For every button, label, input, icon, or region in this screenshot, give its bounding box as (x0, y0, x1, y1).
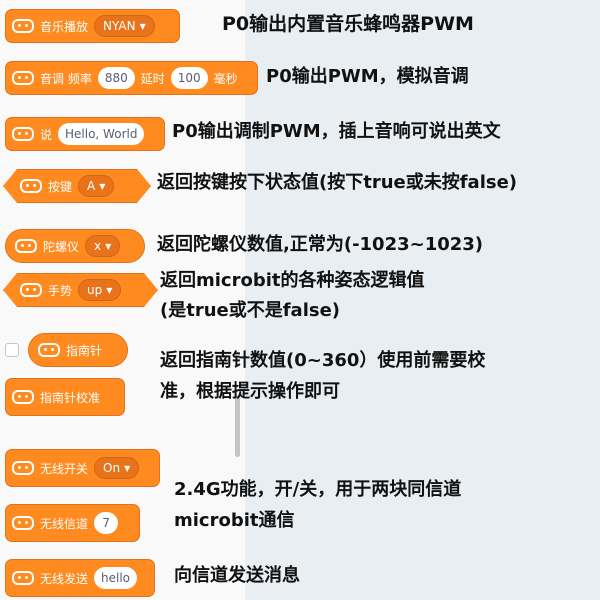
dropdown-value: On (103, 461, 121, 475)
frequency-input[interactable]: 880 (97, 67, 135, 89)
microbit-icon (12, 390, 34, 404)
unit-label: 毫秒 (213, 71, 238, 86)
microbit-icon (38, 343, 60, 357)
microbit-icon (12, 571, 34, 585)
gesture-dropdown[interactable]: up ▼ (78, 279, 121, 301)
block-label: 按键 (48, 179, 73, 194)
music-dropdown[interactable]: NYAN ▼ (94, 15, 155, 37)
block-label: 无线开关 (40, 461, 89, 476)
gyroscope-block[interactable]: 陀螺仪 x ▼ (5, 229, 145, 263)
compass-block[interactable]: 指南针 (28, 333, 128, 367)
microbit-icon (12, 19, 34, 33)
tone-block[interactable]: 音调 频率 880 延时 100 毫秒 (5, 61, 258, 95)
microbit-icon (20, 179, 42, 193)
note-compass-line2: 准，根据提示操作即可 (160, 381, 340, 402)
note-music: P0输出内置音乐蜂鸣器PWM (222, 13, 474, 35)
block-label: 无线信道 (40, 516, 89, 531)
radio-switch-dropdown[interactable]: On ▼ (94, 457, 140, 479)
block-label: 手势 (48, 283, 73, 298)
microbit-icon (15, 239, 37, 253)
dropdown-value: x (94, 239, 102, 253)
microbit-icon (12, 516, 34, 530)
block-label: 音调 频率 (40, 71, 92, 86)
block-label: 指南针 (66, 343, 103, 358)
block-label: 说 (40, 127, 53, 142)
note-gyro: 返回陀螺仪数值,正常为(-1023~1023) (157, 234, 484, 255)
note-radio-line1: 2.4G功能，开/关，用于两块同信道 (174, 479, 462, 500)
dropdown-value: up (87, 283, 103, 297)
note-compass-line1: 返回指南针数值(0~360）使用前需要校 (160, 350, 486, 371)
radio-channel-input[interactable]: 7 (94, 512, 119, 534)
note-speak: P0输出调制PWM，插上音响可说出英文 (172, 121, 501, 142)
speak-text-input[interactable]: Hello, World (58, 123, 145, 145)
note-gesture-line2: (是true或不是false) (160, 300, 341, 321)
delay-label: 延时 (140, 71, 165, 86)
block-label: 陀螺仪 (43, 239, 80, 254)
caret-down-icon: ▼ (106, 285, 113, 295)
microbit-icon (12, 71, 34, 85)
compass-monitor-checkbox[interactable] (5, 343, 19, 357)
radio-send-block[interactable]: 无线发送 hello (5, 559, 155, 597)
delay-input[interactable]: 100 (170, 67, 208, 89)
dropdown-value: NYAN (103, 19, 136, 33)
radio-send-input[interactable]: hello (94, 567, 138, 589)
caret-down-icon: ▼ (99, 181, 106, 191)
gyro-axis-dropdown[interactable]: x ▼ (85, 235, 121, 257)
block-label: 音乐播放 (40, 19, 89, 34)
radio-channel-block[interactable]: 无线信道 7 (5, 504, 140, 542)
radio-switch-block[interactable]: 无线开关 On ▼ (5, 449, 160, 487)
caret-down-icon: ▼ (124, 463, 131, 473)
gesture-block[interactable]: 手势 up ▼ (3, 273, 158, 307)
block-label: 无线发送 (40, 571, 89, 586)
button-dropdown[interactable]: A ▼ (78, 175, 114, 197)
dropdown-value: A (87, 179, 96, 193)
compass-calibrate-block[interactable]: 指南针校准 (5, 378, 125, 416)
music-play-block[interactable]: 音乐播放 NYAN ▼ (5, 9, 180, 43)
note-button: 返回按键按下状态值(按下true或未按false) (157, 172, 518, 193)
microbit-icon (12, 127, 34, 141)
block-label: 指南针校准 (40, 390, 101, 405)
note-radio-send: 向信道发送消息 (174, 565, 300, 586)
caret-down-icon: ▼ (139, 21, 146, 31)
button-pressed-block[interactable]: 按键 A ▼ (3, 169, 151, 203)
note-radio-line2: microbit通信 (174, 510, 295, 531)
microbit-icon (12, 461, 34, 475)
note-gesture-line1: 返回microbit的各种姿态逻辑值 (160, 270, 425, 291)
note-tone: P0输出PWM，模拟音调 (266, 66, 469, 87)
speak-block[interactable]: 说 Hello, World (5, 117, 165, 151)
caret-down-icon: ▼ (105, 241, 112, 251)
microbit-icon (20, 283, 42, 297)
